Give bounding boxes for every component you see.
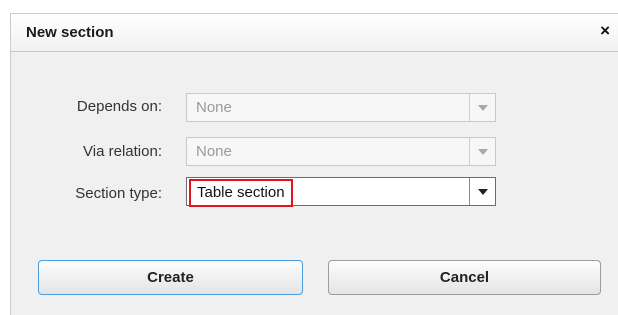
- section-type-label: Section type:: [75, 185, 162, 202]
- depends-on-dropdown-arrow: [469, 94, 495, 121]
- cancel-button[interactable]: Cancel: [328, 260, 601, 295]
- depends-on-select: None: [186, 93, 496, 122]
- dialog-title: New section: [26, 24, 114, 41]
- close-icon[interactable]: ×: [600, 22, 610, 39]
- depends-on-label: Depends on:: [76, 98, 162, 115]
- section-type-select[interactable]: Table section: [186, 177, 496, 207]
- new-section-dialog: New section × Depends on: None Via relat…: [10, 13, 618, 315]
- via-relation-value: None: [196, 143, 232, 160]
- depends-on-value: None: [196, 99, 232, 116]
- create-button[interactable]: Create: [38, 260, 303, 295]
- via-relation-select: None: [186, 137, 496, 166]
- via-relation-label: Via relation:: [83, 143, 162, 160]
- section-type-dropdown-arrow[interactable]: [469, 178, 495, 205]
- chevron-down-icon: [478, 149, 488, 155]
- dialog-titlebar: New section ×: [11, 14, 618, 52]
- via-relation-dropdown-arrow: [469, 138, 495, 165]
- chevron-down-icon: [478, 189, 488, 195]
- section-type-value: Table section: [189, 179, 293, 207]
- chevron-down-icon: [478, 105, 488, 111]
